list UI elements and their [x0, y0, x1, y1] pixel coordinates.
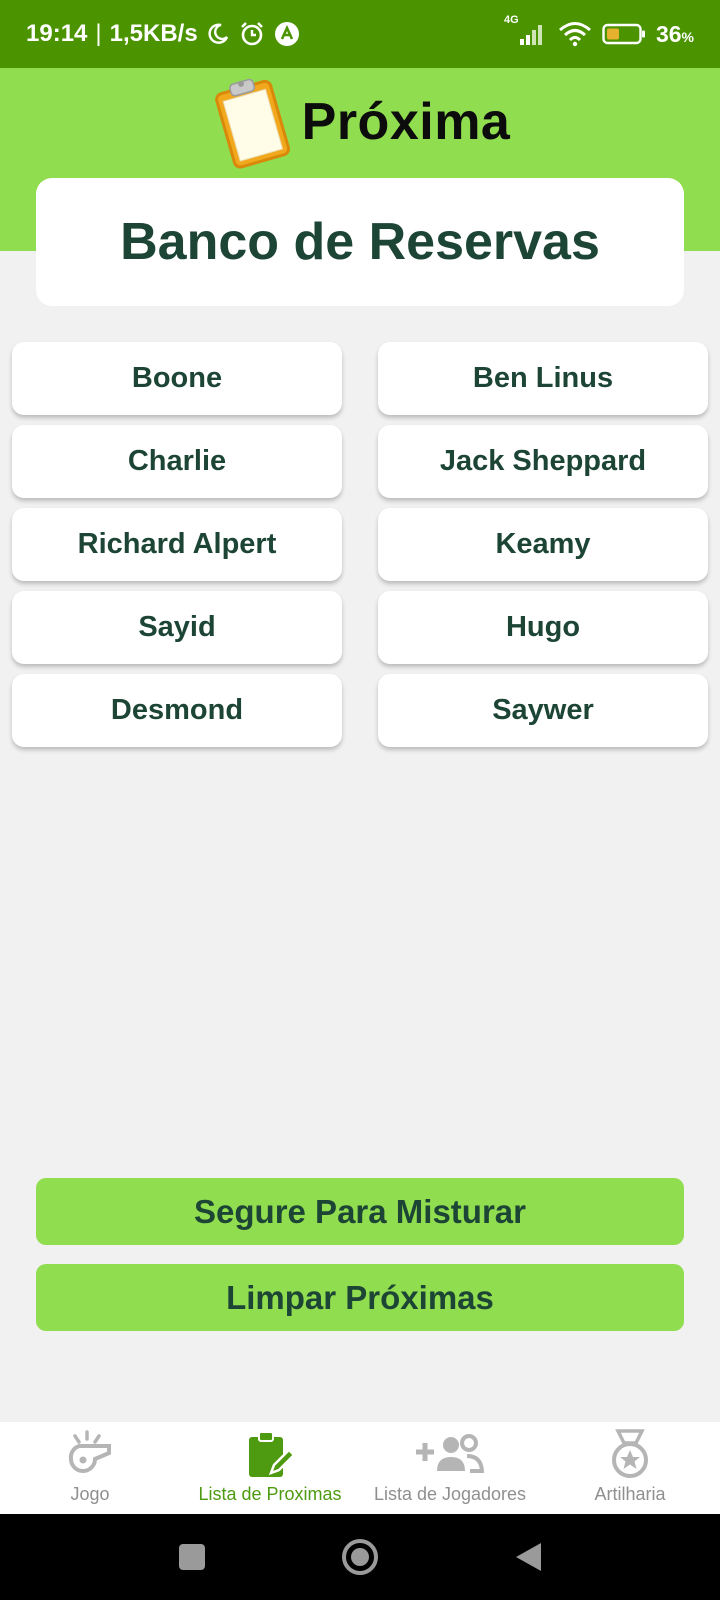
clear-button[interactable]: Limpar Próximas: [36, 1264, 684, 1331]
player-card[interactable]: Keamy: [378, 508, 708, 581]
players-grid: Boone Ben Linus Charlie Jack Sheppard Ri…: [12, 342, 708, 747]
alarm-icon: [238, 20, 266, 48]
player-card[interactable]: Jack Sheppard: [378, 425, 708, 498]
whistle-icon: [65, 1426, 115, 1482]
clipboard-icon: [210, 74, 296, 170]
nav-label: Lista de Proximas: [198, 1484, 342, 1504]
home-button[interactable]: [340, 1514, 380, 1600]
app-notification-icon: [274, 21, 300, 47]
recents-button[interactable]: [176, 1514, 208, 1600]
moon-icon: [206, 22, 230, 46]
app-title: Próxima: [301, 93, 511, 151]
player-card[interactable]: Hugo: [378, 591, 708, 664]
clipboard-edit-icon: [245, 1426, 295, 1482]
battery-icon: [602, 22, 646, 46]
nav-item-lista-proximas[interactable]: Lista de Proximas: [180, 1422, 360, 1514]
status-right: 4G 36%: [504, 14, 694, 48]
status-time: 19:14: [26, 20, 88, 47]
system-nav-bar: [0, 1514, 720, 1600]
player-card[interactable]: Richard Alpert: [12, 508, 342, 581]
player-card[interactable]: Desmond: [12, 674, 342, 747]
wifi-icon: [558, 21, 592, 47]
bottom-nav: Jogo Lista de Proximas Lista de Jogadore…: [0, 1422, 720, 1514]
network-type: 4G: [503, 14, 519, 26]
player-card[interactable]: Charlie: [12, 425, 342, 498]
nav-label: Jogo: [70, 1484, 110, 1504]
battery-value: 36: [655, 20, 682, 47]
nav-label: Artilharia: [594, 1484, 666, 1504]
player-card[interactable]: Boone: [12, 342, 342, 415]
back-button[interactable]: [512, 1514, 544, 1600]
app-title-bar: Próxima: [0, 72, 720, 172]
status-separator: |: [95, 20, 102, 47]
nav-item-lista-jogadores[interactable]: Lista de Jogadores: [360, 1422, 540, 1514]
player-card[interactable]: Saywer: [378, 674, 708, 747]
battery-unit: %: [681, 28, 694, 45]
battery-percent: 36%: [656, 21, 694, 48]
add-group-icon: [415, 1426, 485, 1482]
nav-item-jogo[interactable]: Jogo: [0, 1422, 180, 1514]
status-speed: 1,5KB/s: [109, 20, 198, 47]
status-left: 19:14 | 1,5KB/s: [26, 20, 300, 48]
shuffle-button[interactable]: Segure Para Misturar: [36, 1178, 684, 1245]
medal-icon: [608, 1426, 652, 1482]
nav-item-artilharia[interactable]: Artilharia: [540, 1422, 720, 1514]
bench-card: Banco de Reservas: [36, 178, 684, 306]
player-card[interactable]: Ben Linus: [378, 342, 708, 415]
nav-label: Lista de Jogadores: [373, 1484, 527, 1504]
status-bar: 19:14 | 1,5KB/s 4G 36%: [0, 0, 720, 68]
bench-title: Banco de Reservas: [120, 213, 600, 271]
player-card[interactable]: Sayid: [12, 591, 342, 664]
signal-icon: 4G: [504, 14, 548, 46]
